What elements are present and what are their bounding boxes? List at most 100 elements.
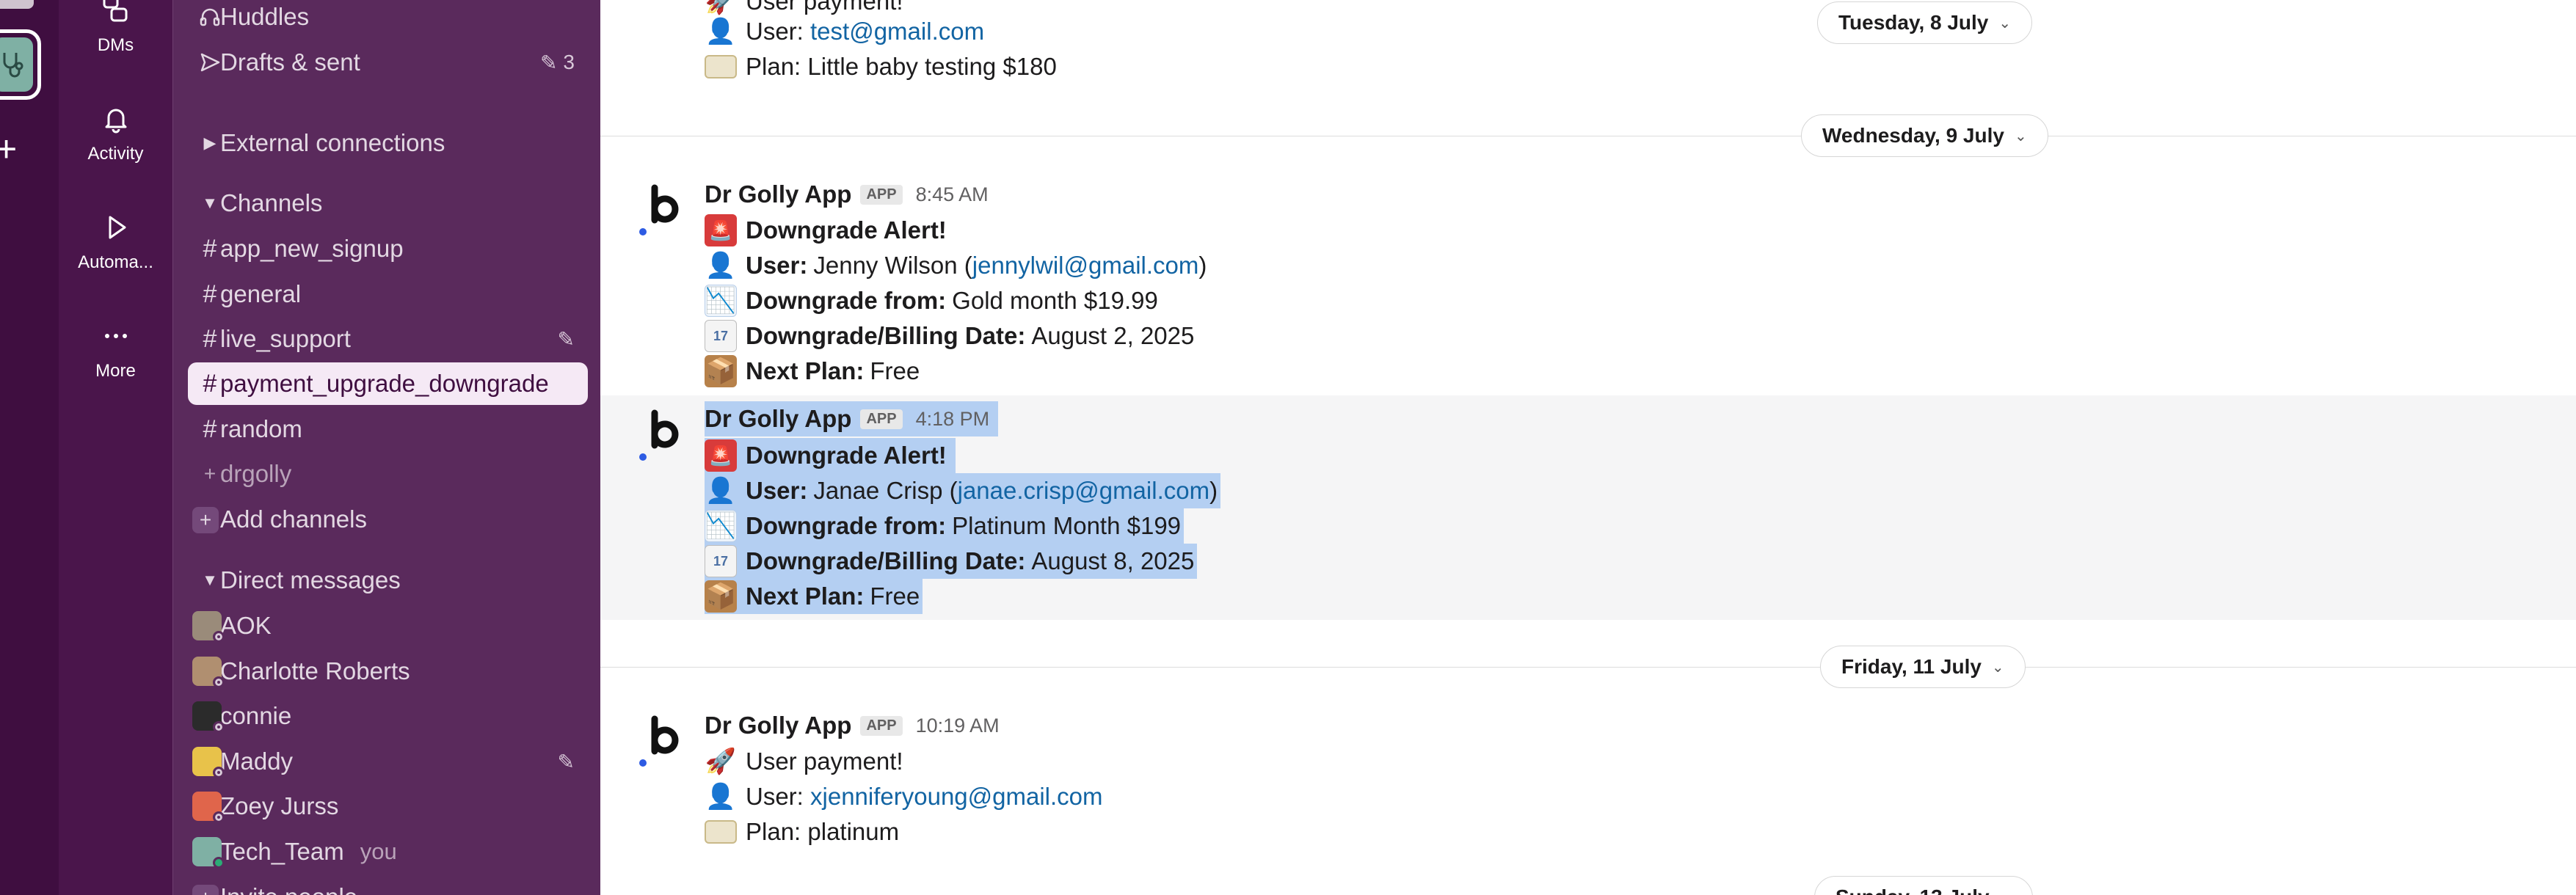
- sidebar-dm-tech-team[interactable]: Tech_Team you: [188, 830, 588, 873]
- hash-icon: #: [203, 324, 217, 353]
- caret-down-icon: ▼: [202, 571, 218, 589]
- dm-section-header[interactable]: ▼ Direct messages: [188, 559, 588, 602]
- channel-name: payment_upgrade_downgrade: [220, 370, 549, 397]
- message-author[interactable]: Dr Golly App: [705, 712, 851, 739]
- email-link[interactable]: janae.crisp@gmail.com: [958, 477, 1209, 505]
- field-value: Gold month $19.99: [952, 287, 1158, 314]
- chevron-down-icon: ⌄: [2000, 888, 2012, 895]
- message-timestamp[interactable]: 10:19 AM: [916, 715, 1000, 737]
- sidebar-channel-app-new-signup[interactable]: # app_new_signup: [188, 227, 588, 270]
- siren-icon: 🚨: [705, 214, 737, 246]
- date-divider-sunday[interactable]: Sunday, 13 July ⌄: [1814, 876, 2034, 895]
- message-item-selected[interactable]: Dr Golly App APP 4:18 PM 🚨 Downgrade Ale…: [600, 395, 2576, 620]
- sidebar-item-label: External connections: [220, 129, 445, 156]
- user-label: User:: [746, 783, 804, 810]
- hash-icon: #: [203, 280, 217, 308]
- dm-name: AOK: [220, 612, 272, 639]
- message-author[interactable]: Dr Golly App: [705, 180, 851, 208]
- message-line: 📉 Downgrade from: Platinum Month $199: [705, 508, 1185, 544]
- message-timestamp[interactable]: 8:45 AM: [916, 183, 989, 206]
- channels-section-header[interactable]: ▼ Channels: [188, 182, 588, 224]
- message-line: 📦 Next Plan: Free: [705, 579, 923, 614]
- workspace-icon-active[interactable]: [0, 29, 41, 100]
- date-label: Tuesday, 8 July: [1838, 11, 1989, 34]
- user-silhouette-icon: 👤: [705, 252, 737, 280]
- caret-right-icon: ▶: [203, 134, 217, 152]
- dms-icon: [103, 0, 127, 22]
- sidebar-dm-zoey-jurss[interactable]: Zoey Jurss: [188, 785, 588, 828]
- caret-down-icon: ▼: [202, 194, 218, 212]
- sidebar-channel-random[interactable]: # random: [188, 408, 588, 450]
- message-line: c Plan: Little baby testing $180: [705, 49, 1057, 84]
- message-text: Plan: Little baby testing $180: [746, 53, 1057, 80]
- bell-icon: [105, 109, 126, 134]
- email-link[interactable]: jennylwil@gmail.com: [972, 252, 1199, 280]
- chevron-down-icon: ⌄: [1991, 659, 2004, 676]
- email-link[interactable]: test@gmail.com: [810, 18, 984, 45]
- dr-golly-logo: [639, 409, 679, 461]
- date-divider-tuesday[interactable]: Tuesday, 8 July ⌄: [1817, 1, 2033, 44]
- paren-close: ): [1209, 477, 1218, 504]
- nav-dms[interactable]: DMs: [59, 0, 172, 56]
- message-item[interactable]: Dr Golly App APP 8:45 AM 🚨 Downgrade Ale…: [600, 170, 2576, 394]
- field-value: Platinum Month $199: [952, 512, 1182, 539]
- field-value: Free: [870, 582, 920, 610]
- channel-sidebar: Huddles Drafts & sent ✎ 3 ▶ External con…: [172, 0, 600, 895]
- field-label: Downgrade/Billing Date:: [746, 547, 1026, 574]
- sidebar-item-drafts[interactable]: Drafts & sent ✎ 3: [188, 41, 588, 84]
- message-text: Plan: platinum: [746, 818, 900, 845]
- presence-icon: [213, 631, 225, 643]
- sidebar-external-connections[interactable]: ▶ External connections: [188, 122, 588, 164]
- sidebar-channel-payment-upgrade-downgrade[interactable]: # payment_upgrade_downgrade: [188, 362, 588, 405]
- message-timestamp[interactable]: 4:18 PM: [916, 408, 990, 431]
- sidebar-item-huddles[interactable]: Huddles: [188, 0, 588, 38]
- dm-header-label: Direct messages: [220, 566, 401, 593]
- chart-decreasing-icon: 📉: [705, 510, 737, 542]
- calendar-icon: 17: [705, 320, 737, 352]
- message-line: 🚨 Downgrade Alert!: [705, 438, 956, 473]
- sidebar-channel-drgolly[interactable]: + drgolly: [188, 453, 588, 495]
- sidebar-dm-aok[interactable]: AOK: [188, 604, 588, 647]
- message-item[interactable]: Dr Golly App APP 10:19 AM 🚀 User payment…: [600, 701, 2576, 863]
- nav-dms-label: DMs: [97, 35, 134, 55]
- workspace-icon-other[interactable]: [0, 0, 34, 9]
- dm-name: Maddy: [220, 748, 294, 775]
- add-channels-button[interactable]: + Add channels: [188, 498, 588, 541]
- invite-people-button[interactable]: + Invite people: [188, 876, 588, 895]
- email-link[interactable]: xjenniferyoung@gmail.com: [810, 783, 1103, 811]
- field-label: Downgrade from:: [746, 512, 947, 539]
- sidebar-channel-general[interactable]: # general: [188, 273, 588, 315]
- plus-icon: +: [192, 507, 219, 533]
- dm-name: Charlotte Roberts: [220, 657, 410, 684]
- siren-icon: 🚨: [705, 439, 737, 472]
- nav-automations[interactable]: Automa...: [59, 211, 172, 273]
- date-label: Friday, 11 July: [1841, 655, 1982, 678]
- rocket-icon: 🚀: [705, 748, 737, 775]
- app-badge: APP: [860, 184, 903, 205]
- send-icon: [195, 41, 225, 84]
- stethoscope-icon: [0, 37, 33, 92]
- user-silhouette-icon: 👤: [705, 18, 737, 45]
- alert-title: Downgrade Alert!: [746, 216, 947, 244]
- presence-icon: [213, 721, 225, 733]
- user-silhouette-icon: 👤: [705, 783, 737, 811]
- paren-close: ): [1198, 252, 1207, 279]
- package-icon: 📦: [705, 580, 737, 613]
- add-workspace-icon[interactable]: +: [0, 131, 17, 167]
- field-label: Next Plan:: [746, 357, 865, 384]
- message-pane: 🚀 User payment! 👤 User: test@gmail.com c…: [600, 0, 2576, 895]
- nav-activity[interactable]: Activity: [59, 103, 172, 164]
- message-author[interactable]: Dr Golly App: [705, 405, 851, 433]
- user-name: Jenny Wilson (: [813, 252, 972, 279]
- pencil-icon: ✎: [557, 750, 575, 773]
- sidebar-dm-charlotte-roberts[interactable]: Charlotte Roberts: [188, 650, 588, 693]
- date-divider-friday[interactable]: Friday, 11 July ⌄: [1820, 646, 2026, 688]
- calendar-icon: 17: [705, 545, 737, 577]
- field-value: August 8, 2025: [1031, 547, 1195, 574]
- date-divider-wednesday[interactable]: Wednesday, 9 July ⌄: [1801, 114, 2048, 157]
- sidebar-channel-live-support[interactable]: # live_support ✎: [188, 318, 588, 360]
- sidebar-dm-maddy[interactable]: Maddy ✎: [188, 740, 588, 783]
- sidebar-item-label: Huddles: [220, 3, 310, 30]
- sidebar-dm-connie[interactable]: connie: [188, 695, 588, 737]
- nav-more[interactable]: More: [59, 320, 172, 381]
